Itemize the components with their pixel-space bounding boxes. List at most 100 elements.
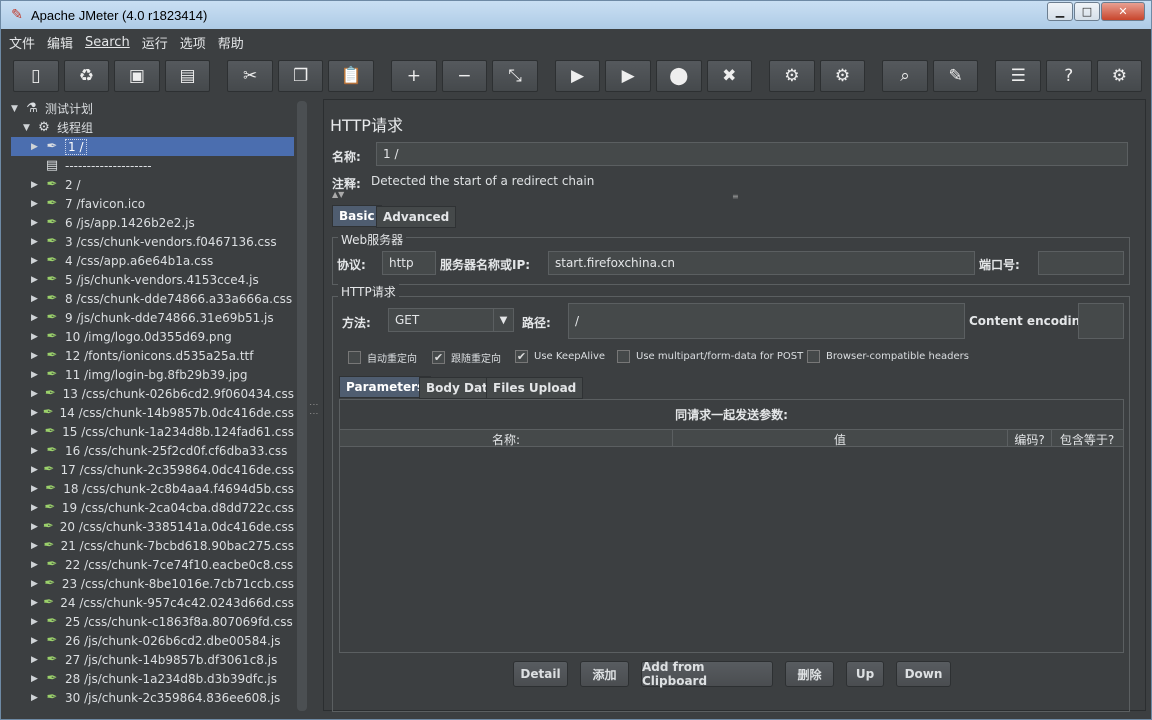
tree-item[interactable]: ▶ ✒ 16 /css/chunk-25f2cd0f.cf6dba33.css	[11, 441, 294, 460]
tree-item[interactable]: ▶ ✒ 27 /js/chunk-14b9857b.df3061c8.js	[11, 650, 294, 669]
tree-root[interactable]: ▼ ⚗ 测试计划	[11, 99, 294, 118]
checkmark-icon[interactable]: ✔	[515, 350, 528, 363]
detail-button[interactable]: Detail	[513, 661, 568, 687]
tab-parameters[interactable]: Parameters	[339, 376, 432, 398]
collapse-arrow-icon[interactable]: ▶	[31, 522, 41, 532]
minimize-button[interactable]: ▁	[1047, 2, 1073, 21]
tree-item[interactable]: ▶ ✒ 22 /css/chunk-7ce74f10.eacbe0c8.css	[11, 555, 294, 574]
auto-redirect-checkbox[interactable]: 自动重定向	[348, 350, 417, 365]
expand-arrow-icon[interactable]: ▼	[11, 104, 23, 114]
collapse-arrow-icon[interactable]: ▶	[31, 636, 43, 646]
tab-files-upload[interactable]: Files Upload	[486, 377, 584, 399]
tree-item[interactable]: ▶ ✒ 11 /img/login-bg.8fb29b39.jpg	[11, 365, 294, 384]
close-button[interactable]: ✕	[1101, 2, 1145, 21]
tree-item[interactable]: ▶ ✒ 23 /css/chunk-8be1016e.7cb71ccb.css	[11, 574, 294, 593]
menu-run[interactable]: 运行	[136, 33, 174, 52]
collapse-arrow-icon[interactable]: ▶	[31, 598, 41, 608]
collapse-arrows-icon[interactable]: ▲▼	[332, 190, 344, 199]
tree-item[interactable]: ▶ ✒ 8 /css/chunk-dde74866.a33a666a.css	[11, 289, 294, 308]
tree-item[interactable]: ▶ ✒ 17 /css/chunk-2c359864.0dc416de.css	[11, 460, 294, 479]
menu-search[interactable]: Search	[79, 35, 136, 50]
collapse-arrow-icon[interactable]: ▶	[31, 180, 43, 190]
tree-item[interactable]: ▶ ✒ 3 /css/chunk-vendors.f0467136.css	[11, 232, 294, 251]
tree-item[interactable]: ▶ ✒ 7 /favicon.ico	[11, 194, 294, 213]
tree-item-selected[interactable]: ▶ ✒ 1 /	[11, 137, 294, 156]
server-input[interactable]: start.firefoxchina.cn	[548, 251, 975, 275]
cut-button[interactable]: ✂	[227, 60, 273, 92]
tree-item[interactable]: ▶ ✒ 4 /css/app.a6e64b1a.css	[11, 251, 294, 270]
tree-scrollbar[interactable]	[297, 101, 307, 711]
checkbox-icon[interactable]	[348, 351, 361, 364]
tree-item[interactable]: ▶ ✒ 5 /js/chunk-vendors.4153cce4.js	[11, 270, 294, 289]
collapse-arrow-icon[interactable]: ▶	[31, 332, 43, 342]
tree-item[interactable]: ▶ ✒ 20 /css/chunk-3385141a.0dc416de.css	[11, 517, 294, 536]
collapse-arrow-icon[interactable]: ▶	[31, 427, 42, 437]
collapse-arrow-icon[interactable]: ▶	[31, 560, 43, 570]
tree-thread-group[interactable]: ▼ ⚙ 线程组	[11, 118, 294, 137]
path-input[interactable]: /	[568, 303, 965, 339]
copy-button[interactable]: ❐	[277, 60, 324, 92]
collapse-arrow-icon[interactable]: ▶	[31, 579, 42, 589]
comment-value[interactable]: Detected the start of a redirect chain	[371, 174, 594, 188]
menu-help[interactable]: 帮助	[212, 33, 250, 52]
protocol-input[interactable]: http	[382, 251, 436, 275]
delete-button[interactable]: 删除	[785, 661, 834, 687]
column-include-equals[interactable]: 包含等于?	[1052, 430, 1122, 448]
tree-item[interactable]: ▶ ✒ 24 /css/chunk-957c4c42.0243d66d.css	[11, 593, 294, 612]
collapse-arrow-icon[interactable]: ▶	[31, 256, 43, 266]
tree-item[interactable]: ▶ ✒ 2 /	[11, 175, 294, 194]
collapse-arrow-icon[interactable]: ▶	[31, 237, 43, 247]
open-button[interactable]: ▣	[114, 60, 160, 92]
tree-item[interactable]: ▶ ✒ 21 /css/chunk-7bcbd618.90bac275.css	[11, 536, 294, 555]
expand-arrow-icon[interactable]: ▼	[23, 123, 35, 133]
menu-file[interactable]: 文件	[3, 33, 41, 52]
collapse-arrow-icon[interactable]: ▶	[31, 446, 43, 456]
collapse-arrow-icon[interactable]: ▶	[31, 408, 41, 418]
collapse-arrow-icon[interactable]: ▶	[31, 617, 43, 627]
checkbox-icon[interactable]	[617, 350, 630, 363]
collapse-button[interactable]: −	[441, 60, 488, 92]
tree-separator-item[interactable]: ▤ --------------------	[11, 156, 294, 175]
tree-item[interactable]: ▶ ✒ 30 /js/chunk-2c359864.836ee608.js	[11, 688, 294, 707]
collapse-arrow-icon[interactable]: ▶	[31, 693, 43, 703]
tab-basic[interactable]: Basic	[332, 205, 382, 227]
tree-item[interactable]: ▶ ✒ 28 /js/chunk-1a234d8b.d3b39dfc.js	[11, 669, 294, 688]
tree-item[interactable]: ▶ ✒ 25 /css/chunk-c1863f8a.807069fd.css	[11, 612, 294, 631]
checkbox-icon[interactable]	[807, 350, 820, 363]
down-button[interactable]: Down	[896, 661, 951, 687]
function-helper-button[interactable]: ☰	[995, 60, 1041, 92]
tree-item[interactable]: ▶ ✒ 14 /css/chunk-14b9857b.0dc416de.css	[11, 403, 294, 422]
follow-redirect-checkbox[interactable]: ✔ 跟随重定向	[432, 350, 501, 365]
collapse-arrow-icon[interactable]: ▶	[31, 674, 43, 684]
collapse-arrow-icon[interactable]: ▶	[31, 484, 42, 494]
remote-button[interactable]: ⚙	[1096, 60, 1143, 92]
save-button[interactable]: ▤	[164, 60, 211, 92]
tree-item[interactable]: ▶ ✒ 18 /css/chunk-2c8b4aa4.f4694d5b.css	[11, 479, 294, 498]
keepalive-checkbox[interactable]: ✔ Use KeepAlive	[515, 350, 605, 363]
collapse-arrow-icon[interactable]: ▶	[31, 199, 43, 209]
params-table-body[interactable]	[340, 447, 1123, 652]
browser-headers-checkbox[interactable]: Browser-compatible headers	[807, 350, 969, 363]
split-pane-divider[interactable]: ⋮⋮	[308, 99, 318, 719]
column-value[interactable]: 值	[673, 430, 1008, 448]
collapse-arrow-icon[interactable]: ▶	[31, 370, 43, 380]
menu-options[interactable]: 选项	[174, 33, 212, 52]
collapse-arrow-icon[interactable]: ▶	[31, 655, 43, 665]
add-from-clipboard-button[interactable]: Add from Clipboard	[641, 660, 773, 688]
multipart-checkbox[interactable]: Use multipart/form-data for POST	[617, 350, 803, 363]
collapse-arrow-icon[interactable]: ▶	[31, 294, 43, 304]
collapse-arrow-icon[interactable]: ▶	[31, 351, 43, 361]
collapse-arrow-icon[interactable]: ▶	[31, 541, 41, 551]
reset-search-button[interactable]: ✎	[932, 60, 979, 92]
clear-button[interactable]: ⚙	[769, 60, 815, 92]
collapse-arrow-icon[interactable]: ▶	[31, 465, 41, 475]
tree-item[interactable]: ▶ ✒ 15 /css/chunk-1a234d8b.124fad61.css	[11, 422, 294, 441]
collapse-arrow-icon[interactable]: ▶	[31, 503, 42, 513]
clear-all-button[interactable]: ⚙	[819, 60, 866, 92]
resize-grip-icon[interactable]: ≡	[732, 192, 739, 201]
content-encoding-input[interactable]	[1078, 303, 1124, 339]
tree-item[interactable]: ▶ ✒ 6 /js/app.1426b2e2.js	[11, 213, 294, 232]
stop-button[interactable]: ⬤	[655, 60, 702, 92]
tree-item[interactable]: ▶ ✒ 12 /fonts/ionicons.d535a25a.ttf	[11, 346, 294, 365]
paste-button[interactable]: 📋	[328, 60, 375, 92]
